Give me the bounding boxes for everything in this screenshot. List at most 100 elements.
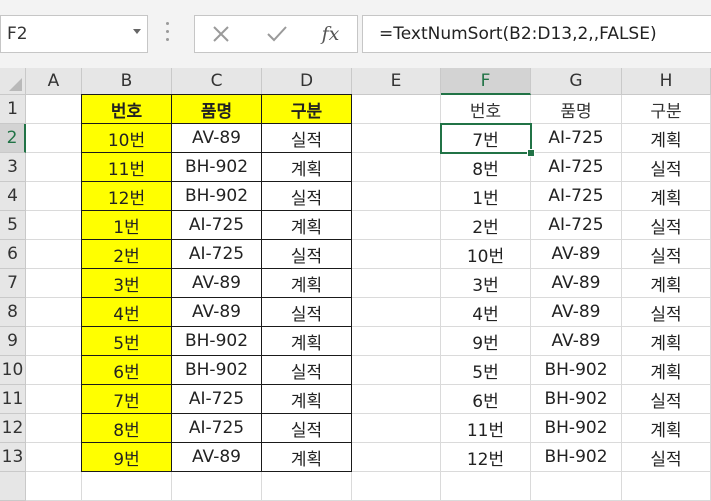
- drag-handle-icon[interactable]: [166, 22, 170, 46]
- cell-f8[interactable]: 4번: [441, 298, 531, 327]
- cell-b3[interactable]: 11번: [82, 153, 172, 182]
- cell-f13[interactable]: 12번: [441, 443, 531, 472]
- cell-e13[interactable]: [352, 443, 441, 472]
- column-header-b[interactable]: B: [82, 68, 172, 95]
- row-header-9[interactable]: 9: [0, 327, 26, 356]
- cell-e3[interactable]: [352, 153, 441, 182]
- select-all-button[interactable]: [0, 68, 26, 95]
- cell-e1[interactable]: [352, 95, 441, 124]
- cell-b8[interactable]: 4번: [82, 298, 172, 327]
- cell-b12[interactable]: 8번: [82, 414, 172, 443]
- cell-h4[interactable]: 계획: [622, 182, 711, 211]
- cell-a14[interactable]: [26, 472, 82, 501]
- cell-c7[interactable]: AV-89: [172, 269, 262, 298]
- cell-d7[interactable]: 계획: [262, 269, 352, 298]
- close-icon[interactable]: [200, 15, 241, 53]
- row-header-6[interactable]: 6: [0, 240, 26, 269]
- cell-g8[interactable]: AV-89: [531, 298, 622, 327]
- cell-a8[interactable]: [26, 298, 82, 327]
- cell-c4[interactable]: BH-902: [172, 182, 262, 211]
- row-header-12[interactable]: 12: [0, 414, 26, 443]
- cell-b11[interactable]: 7번: [82, 385, 172, 414]
- cell-a4[interactable]: [26, 182, 82, 211]
- cell-d12[interactable]: 실적: [262, 414, 352, 443]
- cell-c2[interactable]: AV-89: [172, 124, 262, 153]
- cell-c8[interactable]: AV-89: [172, 298, 262, 327]
- cell-g5[interactable]: AI-725: [531, 211, 622, 240]
- cell-f6[interactable]: 10번: [441, 240, 531, 269]
- cell-c11[interactable]: AI-725: [172, 385, 262, 414]
- cell-e12[interactable]: [352, 414, 441, 443]
- cell-f3[interactable]: 8번: [441, 153, 531, 182]
- cell-f9[interactable]: 9번: [441, 327, 531, 356]
- cell-h13[interactable]: 실적: [622, 443, 711, 472]
- cell-a5[interactable]: [26, 211, 82, 240]
- cell-b9[interactable]: 5번: [82, 327, 172, 356]
- cell-c14[interactable]: [172, 472, 262, 501]
- column-header-d[interactable]: D: [262, 68, 352, 95]
- cell-g6[interactable]: AV-89: [531, 240, 622, 269]
- cell-e9[interactable]: [352, 327, 441, 356]
- cell-h6[interactable]: 실적: [622, 240, 711, 269]
- cell-d8[interactable]: 실적: [262, 298, 352, 327]
- cell-c13[interactable]: AV-89: [172, 443, 262, 472]
- cell-d3[interactable]: 계획: [262, 153, 352, 182]
- cell-b13[interactable]: 9번: [82, 443, 172, 472]
- row-header-14[interactable]: [0, 472, 26, 501]
- insert-function-button[interactable]: fx: [310, 15, 351, 53]
- cell-h2[interactable]: 계획: [622, 124, 711, 153]
- cell-b7[interactable]: 3번: [82, 269, 172, 298]
- cell-d11[interactable]: 계획: [262, 385, 352, 414]
- cell-f4[interactable]: 1번: [441, 182, 531, 211]
- cell-a11[interactable]: [26, 385, 82, 414]
- cell-d13[interactable]: 계획: [262, 443, 352, 472]
- cell-h8[interactable]: 실적: [622, 298, 711, 327]
- cell-g4[interactable]: AI-725: [531, 182, 622, 211]
- cell-g3[interactable]: AI-725: [531, 153, 622, 182]
- cell-e7[interactable]: [352, 269, 441, 298]
- cell-f14[interactable]: [441, 472, 531, 501]
- cell-b10[interactable]: 6번: [82, 356, 172, 385]
- cell-e5[interactable]: [352, 211, 441, 240]
- cell-e6[interactable]: [352, 240, 441, 269]
- cell-e4[interactable]: [352, 182, 441, 211]
- row-header-3[interactable]: 3: [0, 153, 26, 182]
- row-header-5[interactable]: 5: [0, 211, 26, 240]
- cell-c3[interactable]: BH-902: [172, 153, 262, 182]
- cell-d14[interactable]: [262, 472, 352, 501]
- row-header-4[interactable]: 4: [0, 182, 26, 211]
- cell-a12[interactable]: [26, 414, 82, 443]
- cell-b14[interactable]: [82, 472, 172, 501]
- column-header-h[interactable]: H: [622, 68, 711, 95]
- column-header-g[interactable]: G: [531, 68, 622, 95]
- cell-f10[interactable]: 5번: [441, 356, 531, 385]
- row-header-7[interactable]: 7: [0, 269, 26, 298]
- cell-a9[interactable]: [26, 327, 82, 356]
- cell-d1[interactable]: 구분: [262, 95, 352, 124]
- cell-d2[interactable]: 실적: [262, 124, 352, 153]
- cell-b6[interactable]: 2번: [82, 240, 172, 269]
- cell-h5[interactable]: 실적: [622, 211, 711, 240]
- column-header-f[interactable]: F: [441, 68, 531, 95]
- cell-d5[interactable]: 계획: [262, 211, 352, 240]
- cell-f1[interactable]: 번호: [441, 95, 531, 124]
- cell-a13[interactable]: [26, 443, 82, 472]
- cell-f5[interactable]: 2번: [441, 211, 531, 240]
- cell-g11[interactable]: BH-902: [531, 385, 622, 414]
- cell-f11[interactable]: 6번: [441, 385, 531, 414]
- cell-e11[interactable]: [352, 385, 441, 414]
- cell-g7[interactable]: AV-89: [531, 269, 622, 298]
- column-header-e[interactable]: E: [352, 68, 441, 95]
- cell-a3[interactable]: [26, 153, 82, 182]
- check-icon[interactable]: [256, 15, 297, 53]
- cell-h10[interactable]: 계획: [622, 356, 711, 385]
- column-header-a[interactable]: A: [26, 68, 82, 95]
- cell-a1[interactable]: [26, 95, 82, 124]
- cell-d9[interactable]: 계획: [262, 327, 352, 356]
- cell-h14[interactable]: [622, 472, 711, 501]
- row-header-8[interactable]: 8: [0, 298, 26, 327]
- cell-c12[interactable]: AI-725: [172, 414, 262, 443]
- cell-e8[interactable]: [352, 298, 441, 327]
- cell-b1[interactable]: 번호: [82, 95, 172, 124]
- cell-e10[interactable]: [352, 356, 441, 385]
